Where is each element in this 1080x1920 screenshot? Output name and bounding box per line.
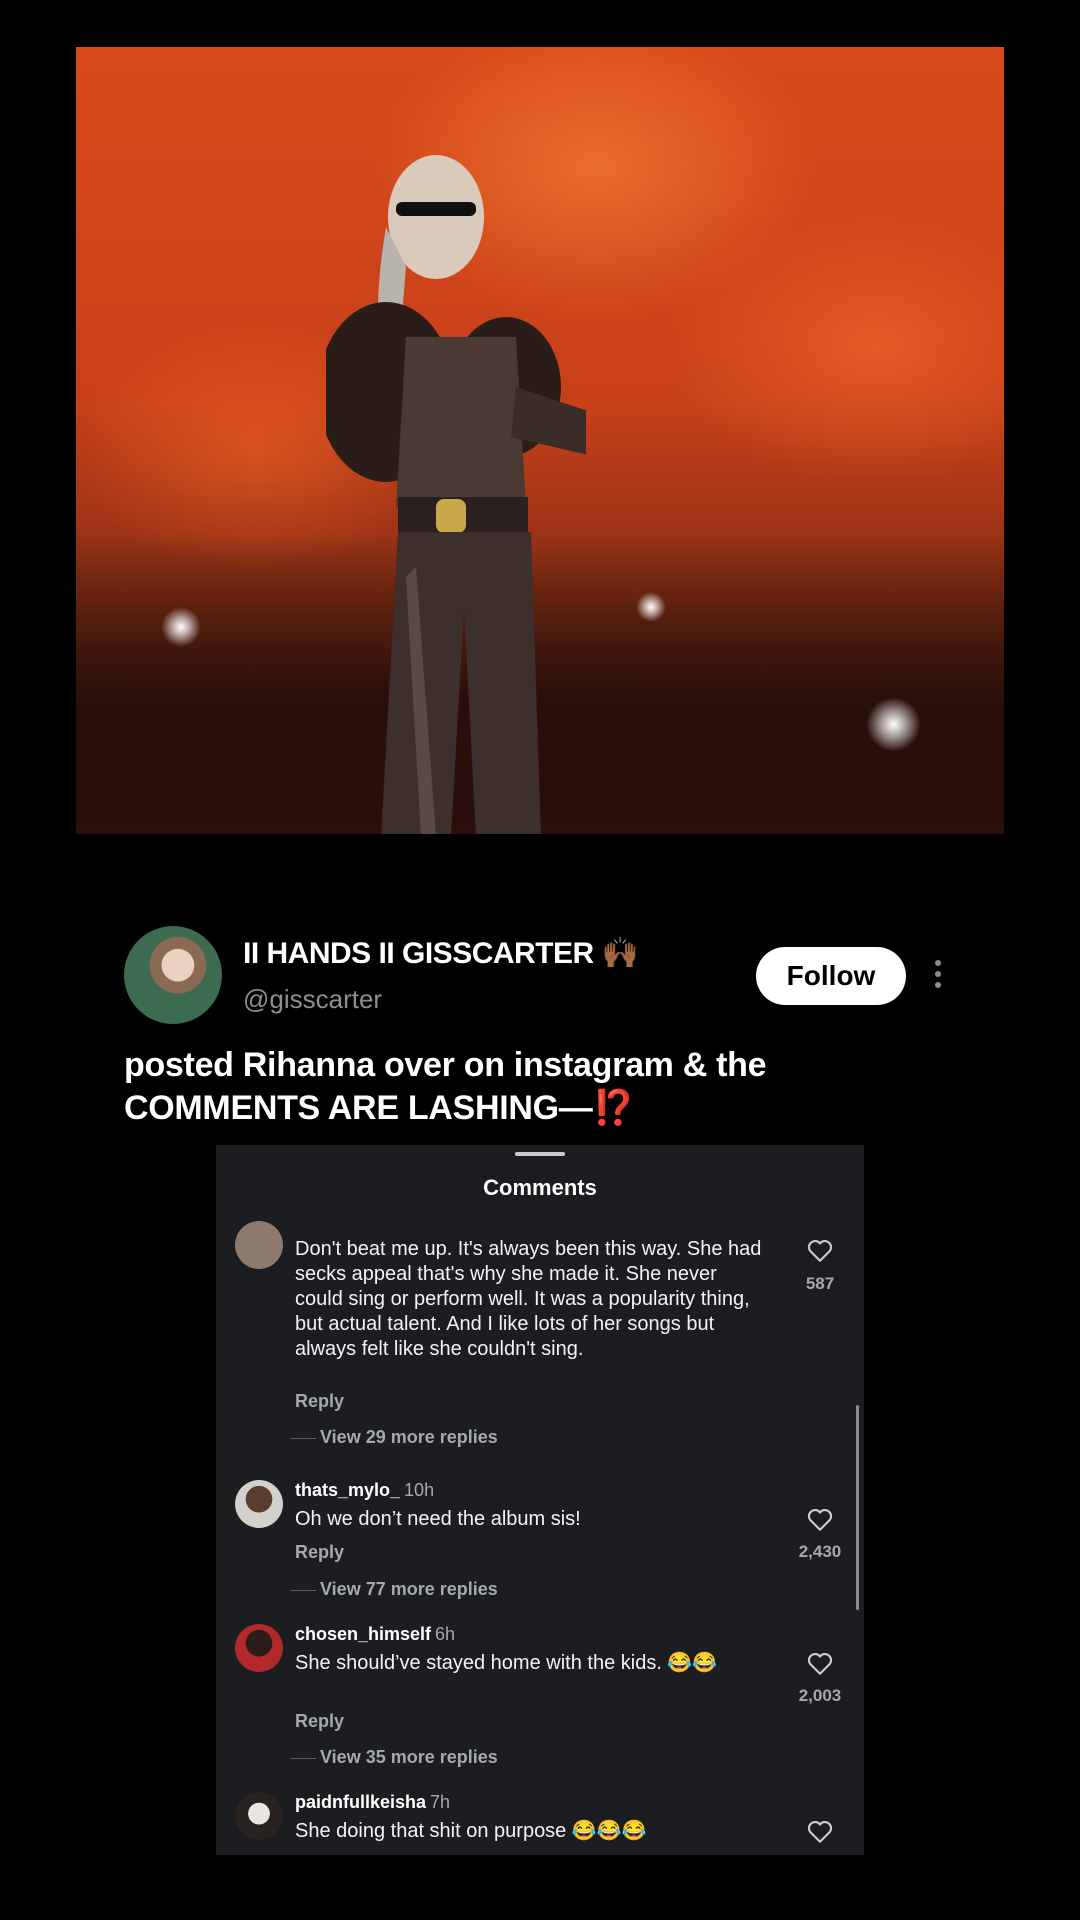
- like-count: 587: [805, 1274, 835, 1293]
- reply-button[interactable]: Reply: [295, 1542, 344, 1563]
- comment-text: Oh we don’t need the album sis!: [295, 1508, 581, 1530]
- post-author-row: II HANDS II GISSCARTER 🙌🏾 @gisscarter Fo…: [124, 926, 964, 1026]
- stage-light: [161, 607, 201, 647]
- view-more-replies[interactable]: View 35 more replies: [320, 1747, 498, 1768]
- comment-avatar[interactable]: [235, 1480, 283, 1528]
- heart-icon[interactable]: [807, 1820, 833, 1844]
- heart-icon[interactable]: [807, 1239, 833, 1263]
- comment-time: 7h: [430, 1792, 451, 1812]
- username-text[interactable]: chosen_himself: [295, 1624, 431, 1644]
- post-media[interactable]: [76, 47, 1004, 834]
- caption-emoji: ⁉️: [592, 1089, 635, 1127]
- comment-avatar[interactable]: [235, 1624, 283, 1672]
- view-more-replies[interactable]: View 77 more replies: [320, 1579, 498, 1600]
- heart-icon[interactable]: [807, 1508, 833, 1532]
- follow-button[interactable]: Follow: [756, 947, 906, 1005]
- comments-screenshot: Comments Don't beat me up. It's always b…: [216, 1145, 864, 1855]
- author-avatar[interactable]: [124, 926, 222, 1024]
- comment-avatar[interactable]: [235, 1792, 283, 1840]
- comment-text: She doing that shit on purpose 😂😂😂: [295, 1820, 647, 1842]
- author-handle[interactable]: @gisscarter: [243, 984, 382, 1015]
- heart-icon[interactable]: [807, 1652, 833, 1676]
- comments-title: Comments: [483, 1175, 597, 1200]
- stage-light: [636, 592, 666, 622]
- performer-figure: [326, 155, 586, 834]
- username-text[interactable]: thats_mylo_: [295, 1480, 400, 1500]
- comment-username[interactable]: paidnfullkeisha 7h: [295, 1792, 450, 1813]
- scrollbar[interactable]: [856, 1405, 859, 1610]
- post-caption: posted Rihanna over on instagram & the C…: [124, 1044, 964, 1130]
- caption-line-2-text: COMMENTS ARE LASHING—: [124, 1089, 593, 1127]
- comment-avatar[interactable]: [235, 1221, 283, 1269]
- caption-line-1: posted Rihanna over on instagram & the: [124, 1046, 767, 1084]
- stage-light: [866, 697, 921, 752]
- username-text[interactable]: paidnfullkeisha: [295, 1792, 426, 1812]
- comment-text: Don't beat me up. It's always been this …: [295, 1238, 762, 1360]
- comment-text: She should’ve stayed home with the kids.…: [295, 1652, 718, 1674]
- comment-username[interactable]: thats_mylo_ 10h: [295, 1480, 434, 1501]
- reply-button[interactable]: Reply: [295, 1391, 344, 1412]
- like-count: 2,430: [798, 1542, 842, 1561]
- comment-username[interactable]: chosen_himself 6h: [295, 1624, 455, 1645]
- comment-time: 6h: [435, 1624, 456, 1644]
- reply-button[interactable]: Reply: [295, 1711, 344, 1732]
- author-name[interactable]: II HANDS II GISSCARTER 🙌🏾: [243, 936, 639, 971]
- view-more-replies[interactable]: View 29 more replies: [320, 1427, 498, 1448]
- comment-time: 10h: [404, 1480, 435, 1500]
- more-vertical-icon[interactable]: [934, 960, 942, 992]
- caption-line-2: COMMENTS ARE LASHING—⁉️: [124, 1087, 964, 1130]
- sheet-grabber: [515, 1152, 565, 1156]
- like-count: 2,003: [798, 1686, 842, 1705]
